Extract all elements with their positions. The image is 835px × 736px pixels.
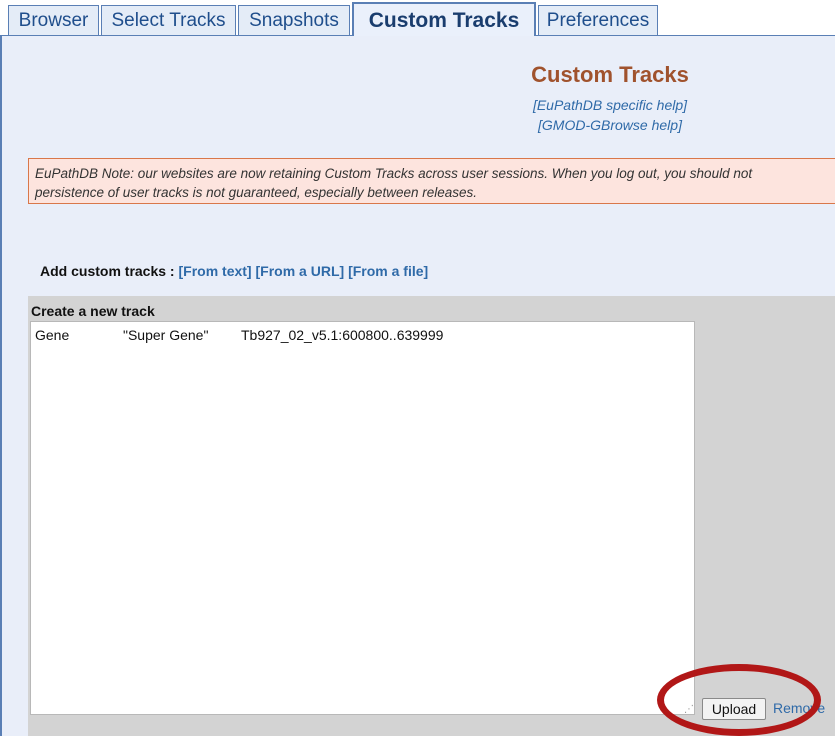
- note-line-2: persistence of user tracks is not guaran…: [35, 185, 477, 200]
- gbrowse-help-link[interactable]: [GMOD-GBrowse help]: [480, 117, 740, 133]
- tab-browser[interactable]: Browser: [8, 5, 99, 35]
- eupathdb-help-link[interactable]: [EuPathDB specific help]: [480, 97, 740, 113]
- tab-snapshots[interactable]: Snapshots: [238, 5, 350, 35]
- resize-grip-icon[interactable]: ⋰: [684, 704, 694, 715]
- track-feature-type: Gene: [35, 327, 70, 343]
- eupathdb-note: EuPathDB Note: our websites are now reta…: [28, 158, 835, 204]
- from-text-link[interactable]: [From text]: [178, 263, 251, 279]
- track-feature-location: Tb927_02_v5.1:600800..639999: [241, 327, 444, 343]
- page-title: Custom Tracks: [531, 62, 689, 87]
- track-text-input[interactable]: Gene "Super Gene" Tb927_02_v5.1:600800..…: [30, 321, 695, 715]
- tab-preferences[interactable]: Preferences: [538, 5, 658, 35]
- tab-select-tracks[interactable]: Select Tracks: [101, 5, 236, 35]
- note-line-1: EuPathDB Note: our websites are now reta…: [35, 166, 753, 181]
- upload-button[interactable]: Upload: [702, 698, 766, 720]
- from-file-link[interactable]: [From a file]: [348, 263, 428, 279]
- remove-link[interactable]: Remove: [773, 700, 825, 716]
- add-custom-tracks-label: Add custom tracks :: [40, 263, 175, 279]
- new-track-label: Create a new track: [31, 303, 155, 319]
- tab-custom-tracks[interactable]: Custom Tracks: [352, 2, 536, 36]
- from-url-link[interactable]: [From a URL]: [256, 263, 345, 279]
- new-track-section: Create a new track Gene "Super Gene" Tb9…: [28, 296, 835, 736]
- add-custom-tracks-row: Add custom tracks : [From text] [From a …: [40, 263, 428, 279]
- tab-bar: Browser Select Tracks Snapshots Custom T…: [0, 0, 835, 36]
- track-feature-name: "Super Gene": [123, 327, 209, 343]
